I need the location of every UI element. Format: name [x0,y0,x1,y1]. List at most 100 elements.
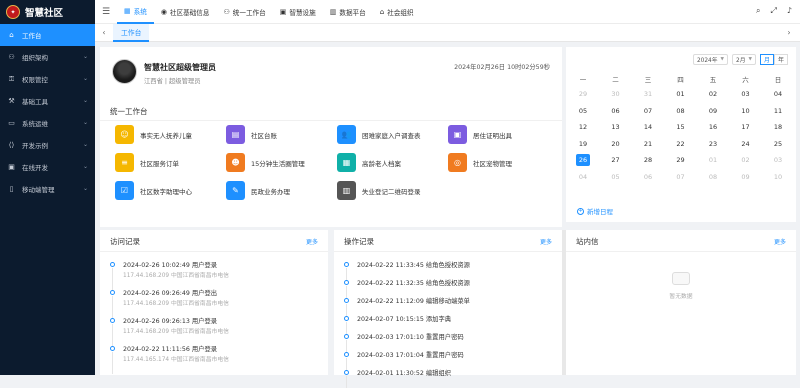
top-menu-item-0[interactable]: ▦ 系统 [117,0,154,24]
avatar[interactable] [112,59,137,84]
calendar-day[interactable]: 01 [706,154,720,166]
timeline-dot [344,334,349,339]
calendar-day[interactable]: 01 [674,88,688,100]
workbench-item-9[interactable]: ✎ 民政业务办理 [226,181,338,200]
top-menu-item-4[interactable]: ▥ 数据平台 [323,0,373,24]
calendar-day[interactable]: 06 [609,105,623,117]
timeline-dot [110,318,115,323]
calendar-day[interactable]: 10 [771,171,785,183]
workbench-item-7[interactable]: ◎ 社区宠物管理 [448,153,560,172]
search-icon[interactable]: ⌕ [756,6,760,16]
calendar-day[interactable]: 27 [609,154,623,166]
new-schedule-button[interactable]: + 新增日程 [577,206,613,216]
top-menu-item-1[interactable]: ◉ 社区基础信息 [154,0,217,24]
calendar-day[interactable]: 04 [576,171,590,183]
sidebar-item-0[interactable]: ⌂ 工作台 [0,24,95,46]
top-menu-item-3[interactable]: ▣ 智慧设施 [273,0,323,24]
code-icon: ⟨⟩ [8,141,15,149]
calendar-day[interactable]: 10 [739,105,753,117]
workbench-item-5[interactable]: ☻ 15分钟生活圈管理 [226,153,338,172]
top-menu-item-2[interactable]: ⚇ 统一工作台 [216,0,272,24]
sidebar-item-7[interactable]: ▯ 移动端管理 ⌄ [0,178,95,200]
calendar-day[interactable]: 11 [771,105,785,117]
calendar-day[interactable]: 29 [674,154,688,166]
calendar-day[interactable]: 20 [609,138,623,150]
sidebar-item-5[interactable]: ⟨⟩ 开发示例 ⌄ [0,134,95,156]
calendar-day[interactable]: 30 [609,88,623,100]
calendar-day[interactable]: 28 [641,154,655,166]
calendar-day[interactable]: 26 [576,154,590,166]
calendar-day[interactable]: 04 [771,88,785,100]
sidebar-item-label: 在线开发 [22,164,48,172]
sidebar-item-3[interactable]: ⚒ 基础工具 ⌄ [0,90,95,112]
calendar-day[interactable]: 09 [706,105,720,117]
calendar-day[interactable]: 14 [641,121,655,133]
calendar-day[interactable]: 23 [706,138,720,150]
calendar-day[interactable]: 05 [576,105,590,117]
timeline-dot [344,262,349,267]
workbench-item-0[interactable]: ☺ 事实无人抚养儿童 [115,125,227,144]
bell-icon[interactable]: ♪ [787,6,792,16]
visit-log-more-link[interactable]: 更多 [306,237,318,246]
calendar-day[interactable]: 18 [771,121,785,133]
calendar-day[interactable]: 25 [771,138,785,150]
current-datetime: 2024年02月26日 10时02分59秒 [454,64,550,71]
plus-icon: + [577,207,584,215]
tabs-next-icon[interactable]: › [780,28,798,37]
calendar-day[interactable]: 15 [674,121,688,133]
year-view-button[interactable]: 年 [773,54,788,65]
tabs-prev-icon[interactable]: ‹ [95,28,113,37]
sidebar-item-1[interactable]: ⚇ 组织架构 ⌄ [0,46,95,68]
calendar-day[interactable]: 31 [641,88,655,100]
workbench-item-3[interactable]: ▣ 居住证明出具 [448,125,560,144]
visit-log-title: 访问记录 [110,237,140,246]
top-menu-item-5[interactable]: ⌂ 社会组织 [373,0,421,24]
calendar-day[interactable]: 06 [641,171,655,183]
sidebar-item-4[interactable]: ▭ 系统运维 ⌄ [0,112,95,134]
fullscreen-icon[interactable]: ⤢ [770,6,776,16]
calendar-day[interactable]: 19 [576,138,590,150]
calendar-day[interactable]: 02 [739,154,753,166]
menu-toggle-icon[interactable]: ☰ [95,7,117,17]
calendar-day[interactable]: 05 [609,171,623,183]
month-view-button[interactable]: 月 [759,54,774,65]
calendar-day[interactable]: 22 [674,138,688,150]
emblem-icon: ✦ [6,5,20,19]
barcode-icon: ▥ [337,181,356,200]
calendar-day[interactable]: 12 [576,121,590,133]
operation-log-text: 2024-02-22 11:33:45 给角色授权资源 [357,262,470,269]
workbench-item-1[interactable]: ▤ 社区台账 [226,125,338,144]
month-select[interactable]: 2月 ▼ [732,54,756,65]
calendar-day[interactable]: 29 [576,88,590,100]
calendar-day[interactable]: 08 [706,171,720,183]
sidebar-item-6[interactable]: ▣ 在线开发 ⌄ [0,156,95,178]
workbench-item-6[interactable]: ▦ 高龄老人档案 [337,153,449,172]
workbench-item-10[interactable]: ▥ 失业登记二维码登录 [337,181,449,200]
calendar-day[interactable]: 16 [706,121,720,133]
workbench-item-8[interactable]: ☑ 社区数字助理中心 [115,181,227,200]
tab-workbench[interactable]: 工作台 [113,23,150,42]
calendar-day[interactable]: 08 [674,105,688,117]
operation-log-more-link[interactable]: 更多 [540,237,552,246]
app-logo[interactable]: ✦ 智慧社区 [0,0,95,24]
calendar-day[interactable]: 07 [674,171,688,183]
calendar-day[interactable]: 17 [739,121,753,133]
calendar-day[interactable]: 09 [739,171,753,183]
chevron-down-icon: ▼ [748,57,752,62]
smile-icon: ☺ [115,125,134,144]
calendar-day[interactable]: 02 [706,88,720,100]
operation-log-title: 操作记录 [344,237,374,246]
calendar-day[interactable]: 13 [609,121,623,133]
calendar-day[interactable]: 21 [641,138,655,150]
workbench-item-2[interactable]: 👥 困难家庭入户调查表 [337,125,449,144]
calendar-day[interactable]: 03 [739,88,753,100]
mobile-icon: ▯ [9,185,14,193]
workbench-item-4[interactable]: ≡ 社区服务订单 [115,153,227,172]
year-select[interactable]: 2024年 ▼ [692,54,728,65]
inbox-more-link[interactable]: 更多 [774,237,786,246]
inbox-title: 站内信 [576,237,599,246]
sidebar-item-2[interactable]: ⚿ 权限管控 ⌄ [0,68,95,90]
calendar-day[interactable]: 24 [739,138,753,150]
calendar-day[interactable]: 07 [641,105,655,117]
calendar-day[interactable]: 03 [771,154,785,166]
